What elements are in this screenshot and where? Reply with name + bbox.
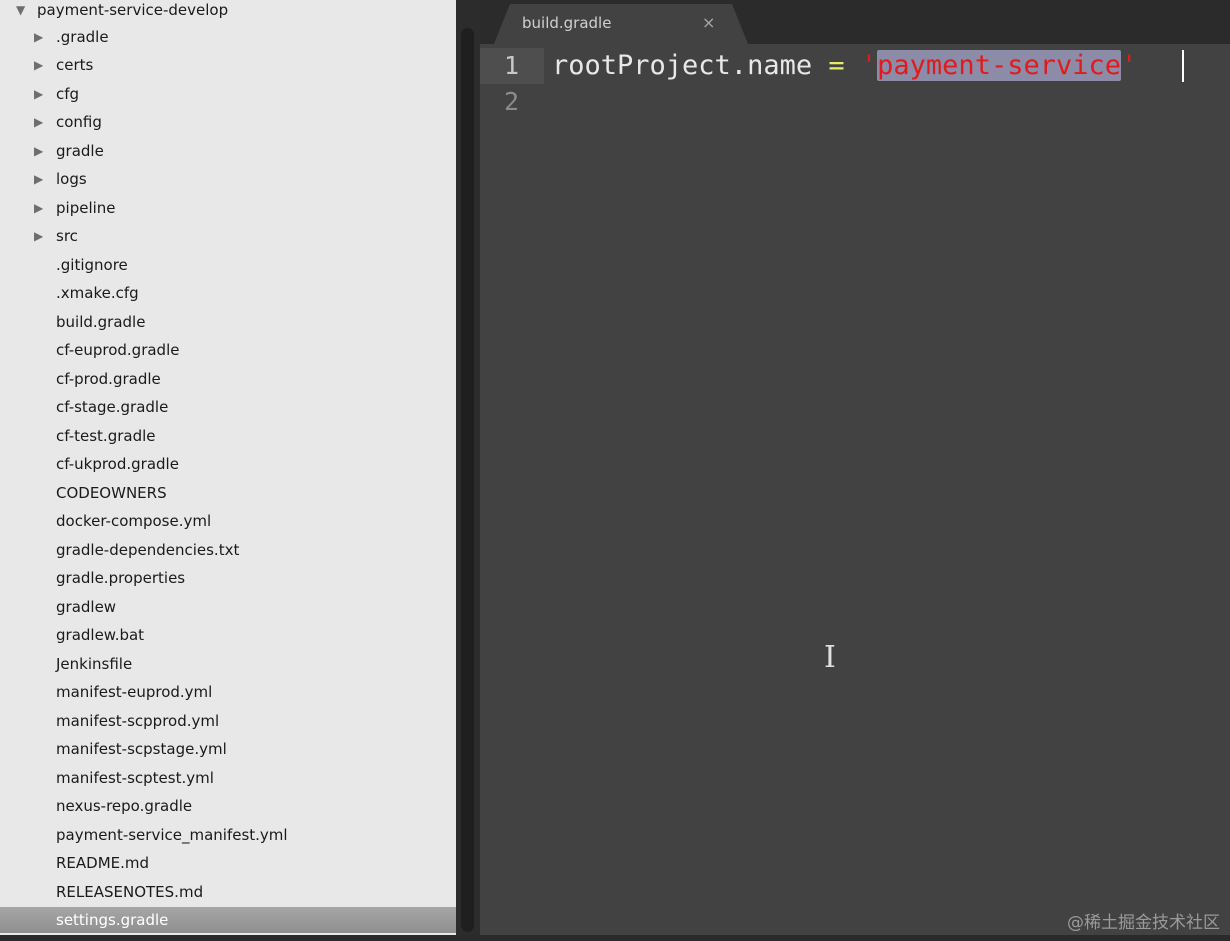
tree-file-label: manifest-euprod.yml [56,683,213,701]
tree-file-label: manifest-scpprod.yml [56,711,220,730]
tree-folder-label: pipeline [56,198,116,217]
line-number: 1 [480,48,544,84]
tree-file[interactable]: docker-compose.yml [0,508,456,534]
tree-file[interactable]: .gitignore [0,252,456,278]
code-line-1[interactable]: rootProject.name = 'payment-service' [552,48,1137,84]
editor-pane[interactable]: build.gradle × 1 2 rootProject.name = 'p… [480,0,1230,941]
tree-folder[interactable]: ▶ config [0,109,456,135]
text-caret [1182,50,1184,82]
tree-folder-label: config [56,113,102,131]
watermark: @稀土掘金技术社区 [1067,913,1220,933]
collapse-arrow-icon[interactable]: ▶ [34,81,43,107]
tree-file-label: Jenkinsfile [56,654,133,673]
tree-file-label: manifest-scptest.yml [56,768,214,787]
tree-folder-label: .gradle [56,27,109,46]
file-tree-sidebar: ▼ payment-service-develop ▶ .gradle ▶ certs… [0,0,456,941]
tree-folder[interactable]: ▶ cfg [0,81,456,107]
tree-folder[interactable]: ▶ logs [0,166,456,192]
tree-folder[interactable]: ▶ certs [0,52,456,78]
tree-file-label: manifest-scpstage.yml [56,740,227,758]
tree-file[interactable]: manifest-scptest.yml [0,765,456,791]
tree-file-label: README.md [56,854,150,872]
bottom-edge [0,935,1230,941]
tree-file[interactable]: cf-euprod.gradle [0,337,456,363]
close-icon[interactable]: × [702,13,715,32]
code-identifier: rootProject.name [552,50,813,81]
collapse-arrow-icon[interactable]: ▶ [34,166,43,192]
tree-folder-label: logs [56,170,87,188]
tree-file-label: .gitignore [56,255,128,274]
collapse-arrow-icon[interactable]: ▶ [34,223,43,249]
tree-file[interactable]: .xmake.cfg [0,280,456,306]
sidebar-scrollbar[interactable] [456,0,480,941]
tree-file[interactable]: Jenkinsfile [0,651,456,677]
tree-file-label: CODEOWNERS [56,483,167,502]
line-number: 2 [504,87,520,116]
tree-file-label: cf-stage.gradle [56,398,169,416]
tree-folder-label: cfg [56,84,80,103]
tree-file-label: gradlew [56,597,117,616]
collapse-arrow-icon[interactable]: ▶ [34,24,43,50]
tree-file-label: gradle.properties [56,569,186,587]
tree-root-label: payment-service-develop [37,1,229,19]
tree-file-label: gradlew.bat [56,626,145,644]
collapse-arrow-icon[interactable]: ▶ [34,109,43,135]
tree-root-folder[interactable]: ▼ payment-service-develop [0,0,456,23]
tree-file[interactable]: gradlew.bat [0,622,456,648]
tree-folder[interactable]: ▶ .gradle [0,24,456,50]
expand-arrow-icon[interactable]: ▼ [16,0,25,23]
scrollbar-thumb[interactable] [461,28,474,932]
tree-file-selected[interactable]: settings.gradle [0,907,456,933]
tree-file[interactable]: build.gradle [0,309,456,335]
tree-file-label: build.gradle [56,312,146,331]
tree-folder[interactable]: ▶ src [0,223,456,249]
tree-folder-label: src [56,227,78,245]
tree-file[interactable]: manifest-euprod.yml [0,679,456,705]
selected-string-literal[interactable]: payment-service [877,50,1121,81]
tree-file-label: RELEASENOTES.md [56,882,204,901]
collapse-arrow-icon[interactable]: ▶ [34,195,43,221]
tree-file[interactable]: cf-prod.gradle [0,366,456,392]
tree-folder[interactable]: ▶ pipeline [0,195,456,221]
tree-folder-label: gradle [56,141,104,160]
tree-file[interactable]: gradlew [0,594,456,620]
tree-file[interactable]: gradle-dependencies.txt [0,537,456,563]
tree-file[interactable]: nexus-repo.gradle [0,793,456,819]
tree-file-label: gradle-dependencies.txt [56,540,240,559]
tree-file[interactable]: gradle.properties [0,565,456,591]
tree-file-label: payment-service_manifest.yml [56,825,288,844]
tree-file-label: settings.gradle [56,911,169,929]
tree-file[interactable]: manifest-scpprod.yml [0,708,456,734]
tree-file[interactable]: payment-service_manifest.yml [0,822,456,848]
tree-file[interactable]: cf-stage.gradle [0,394,456,420]
tree-file[interactable]: manifest-scpstage.yml [0,736,456,762]
code-open-quote: ' [860,50,878,81]
tab-bar: build.gradle × [480,0,1230,44]
tree-file-label: cf-prod.gradle [56,369,161,388]
tree-file[interactable]: cf-test.gradle [0,423,456,449]
tab-label: build.gradle [522,14,612,32]
tree-file-label: docker-compose.yml [56,512,212,530]
tree-file-label: cf-test.gradle [56,426,156,445]
code-close-quote: ' [1121,50,1138,81]
tree-file[interactable]: cf-ukprod.gradle [0,451,456,477]
tree-file[interactable]: RELEASENOTES.md [0,879,456,905]
tree-folder-label: certs [56,56,94,74]
line-number-gutter: 1 2 [480,44,544,941]
tree-file[interactable]: CODEOWNERS [0,480,456,506]
tree-file-label: cf-ukprod.gradle [56,455,179,473]
tree-file-label: .xmake.cfg [56,284,139,302]
collapse-arrow-icon[interactable]: ▶ [34,52,43,78]
collapse-arrow-icon[interactable]: ▶ [34,138,43,164]
code-operator: = [828,50,845,81]
tree-file-label: cf-euprod.gradle [56,341,180,359]
tree-file[interactable]: README.md [0,850,456,876]
tree-file-label: nexus-repo.gradle [56,797,193,815]
tab-build-gradle[interactable]: build.gradle × [494,4,748,44]
text-cursor-icon: I [824,640,836,675]
tree-folder[interactable]: ▶ gradle [0,138,456,164]
